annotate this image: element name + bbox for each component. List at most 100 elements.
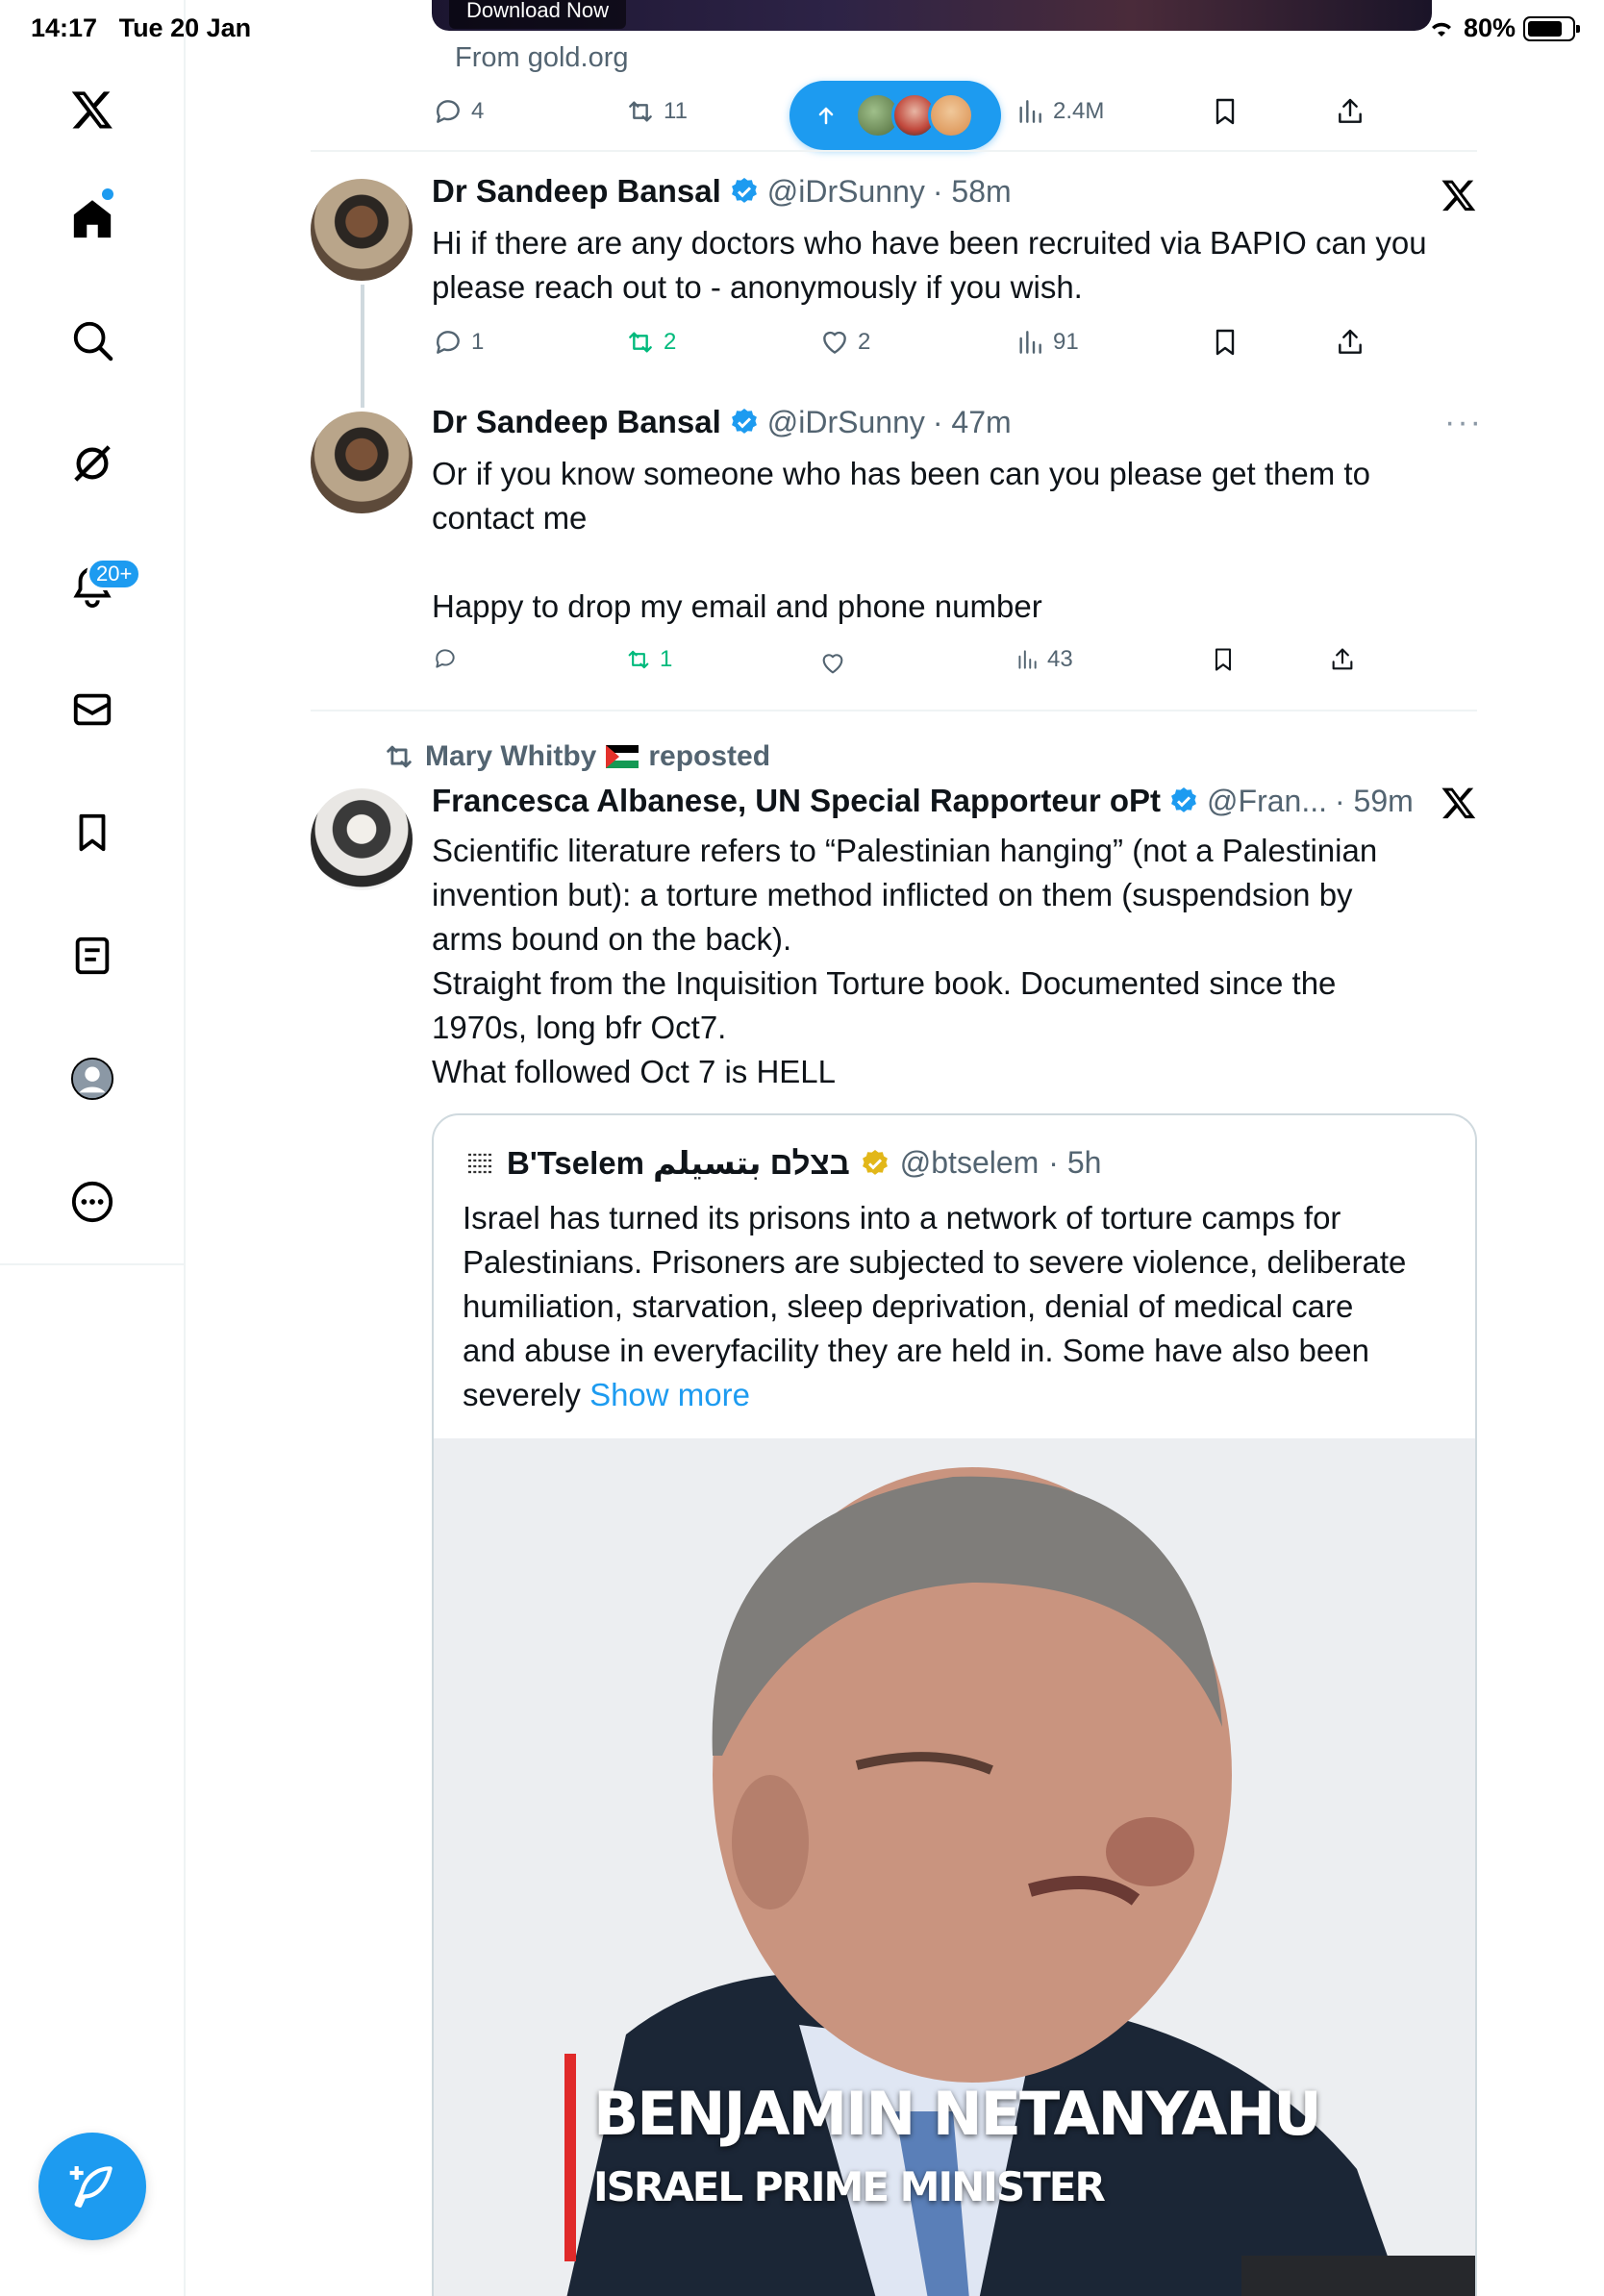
tweet-divider	[311, 150, 1477, 152]
sidebar: 20+	[0, 0, 186, 2296]
grok-icon[interactable]	[62, 433, 123, 494]
notifications-badge: 20+	[87, 558, 142, 590]
bookmark-icon	[1216, 329, 1235, 356]
tweet-header: Francesca Albanese, UN Special Rapporteu…	[432, 783, 1414, 819]
share-icon	[1332, 648, 1353, 670]
mail-icon[interactable]	[62, 679, 123, 740]
more-icon[interactable]	[62, 1171, 123, 1233]
ad-repost-button[interactable]: 11	[625, 96, 688, 127]
ad-source-link[interactable]: From gold.org	[455, 42, 629, 74]
repost-button[interactable]: 1	[625, 646, 672, 673]
new-post-avatar	[928, 92, 974, 138]
like-button[interactable]	[819, 650, 846, 677]
repost-icon	[629, 332, 652, 353]
reposter-name: Mary Whitby	[425, 740, 597, 772]
quote-video[interactable]: BENJAMIN NETANYAHU ISRAEL PRIME MINISTER	[434, 1438, 1475, 2296]
reply-button[interactable]: 1	[433, 327, 484, 358]
x-logo-icon[interactable]	[1441, 785, 1477, 821]
lists-icon[interactable]	[62, 925, 123, 986]
btselem-logo-icon	[465, 1150, 494, 1176]
ad-share-button[interactable]	[1335, 96, 1366, 127]
search-icon[interactable]	[62, 310, 123, 371]
quoted-tweet[interactable]: B'Tselem בצלם بتسيلم @btselem · 5h Israe…	[432, 1113, 1477, 2296]
display-name[interactable]: Francesca Albanese, UN Special Rapporteu…	[432, 783, 1161, 819]
verified-badge-icon	[1171, 787, 1196, 812]
status-indicators: 80%	[1427, 13, 1580, 43]
share-icon	[1339, 329, 1362, 354]
bookmark-button[interactable]	[1210, 327, 1241, 358]
home-unread-dot	[102, 188, 113, 200]
views-icon	[1019, 100, 1041, 123]
share-button[interactable]	[1329, 646, 1356, 673]
display-name[interactable]: Dr Sandeep Bansal	[432, 404, 721, 440]
more-options-icon[interactable]: ···	[1444, 404, 1483, 441]
bookmark-icon	[1216, 98, 1235, 125]
bookmark-icon	[1215, 648, 1232, 671]
timestamp[interactable]: · 5h	[1048, 1145, 1101, 1181]
arrow-up-icon	[818, 107, 834, 125]
ad-bookmark-button[interactable]	[1210, 96, 1241, 127]
repost-context[interactable]: Mary Whitby reposted	[383, 740, 770, 773]
show-more-link[interactable]: Show more	[589, 1377, 750, 1412]
video-caption-name: BENJAMIN NETANYAHU	[593, 2079, 1322, 2149]
profile-icon[interactable]	[62, 1048, 123, 1110]
compose-feather-icon	[69, 2166, 113, 2208]
quote-header: B'Tselem בצלם بتسيلم @btselem · 5h	[463, 1144, 1101, 1182]
ad-image[interactable]: Download Now	[432, 0, 1432, 31]
timestamp[interactable]: · 59m	[1335, 784, 1414, 819]
handle[interactable]: @Fran...	[1207, 784, 1327, 819]
display-name[interactable]: Dr Sandeep Bansal	[432, 173, 721, 210]
tweet-header: Dr Sandeep Bansal @iDrSunny · 47m	[432, 404, 1012, 440]
repost-icon	[387, 745, 412, 768]
tweet-text: Or if you know someone who has been can …	[432, 456, 1370, 624]
heart-icon	[823, 331, 846, 354]
repost-icon	[629, 101, 652, 122]
tweet-divider	[311, 710, 1477, 711]
ad-download-button[interactable]: Download Now	[449, 0, 626, 29]
battery-icon	[1523, 15, 1580, 41]
x-logo-icon[interactable]	[1441, 177, 1477, 213]
views[interactable]: 91	[1015, 327, 1079, 358]
tweet-header: Dr Sandeep Bansal @iDrSunny · 58m	[432, 173, 1012, 210]
reply-button[interactable]	[433, 646, 458, 671]
views-icon	[1019, 331, 1041, 354]
timestamp[interactable]: · 58m	[933, 174, 1012, 210]
handle[interactable]: @btselem	[900, 1145, 1040, 1181]
share-button[interactable]	[1335, 327, 1366, 358]
avatar[interactable]	[311, 788, 413, 890]
like-button[interactable]: 2	[819, 327, 870, 358]
heart-icon	[822, 654, 843, 674]
ad-views[interactable]: 2.4M	[1015, 96, 1104, 127]
tweet-text: Hi if there are any doctors who have bee…	[432, 225, 1427, 305]
x-logo-icon[interactable]	[62, 79, 123, 140]
ad-reply-button[interactable]: 4	[433, 96, 484, 127]
handle[interactable]: @iDrSunny	[767, 405, 925, 440]
verified-gold-badge-icon	[862, 1149, 888, 1175]
palestine-flag-icon	[606, 745, 639, 768]
reposted-label: reposted	[648, 740, 771, 772]
home-icon[interactable]	[62, 188, 123, 250]
avatar[interactable]	[311, 179, 413, 281]
display-name[interactable]: B'Tselem בצלם بتسيلم	[507, 1144, 850, 1182]
bookmark-button[interactable]	[1210, 646, 1237, 673]
share-icon	[1339, 98, 1362, 123]
views[interactable]: 43	[1015, 646, 1073, 673]
repost-icon	[628, 650, 649, 669]
bookmark-icon[interactable]	[62, 802, 123, 863]
thread-line	[361, 285, 364, 408]
sidebar-divider	[0, 1263, 186, 1265]
battery-percent: 80%	[1463, 13, 1516, 42]
video-caption-title: ISRAEL PRIME MINISTER	[593, 2163, 1106, 2210]
new-posts-pill[interactable]	[789, 81, 1001, 150]
timestamp[interactable]: · 47m	[933, 405, 1012, 440]
reply-icon	[436, 649, 455, 668]
verified-badge-icon	[731, 178, 757, 203]
reply-icon	[437, 100, 460, 123]
avatar[interactable]	[311, 412, 413, 513]
views-icon	[1018, 650, 1037, 669]
compose-button[interactable]	[38, 2133, 146, 2240]
repost-button[interactable]: 2	[625, 327, 676, 358]
quote-text: Israel has turned its prisons into a net…	[463, 1200, 1407, 1412]
handle[interactable]: @iDrSunny	[767, 174, 925, 210]
wifi-icon	[1431, 22, 1451, 37]
